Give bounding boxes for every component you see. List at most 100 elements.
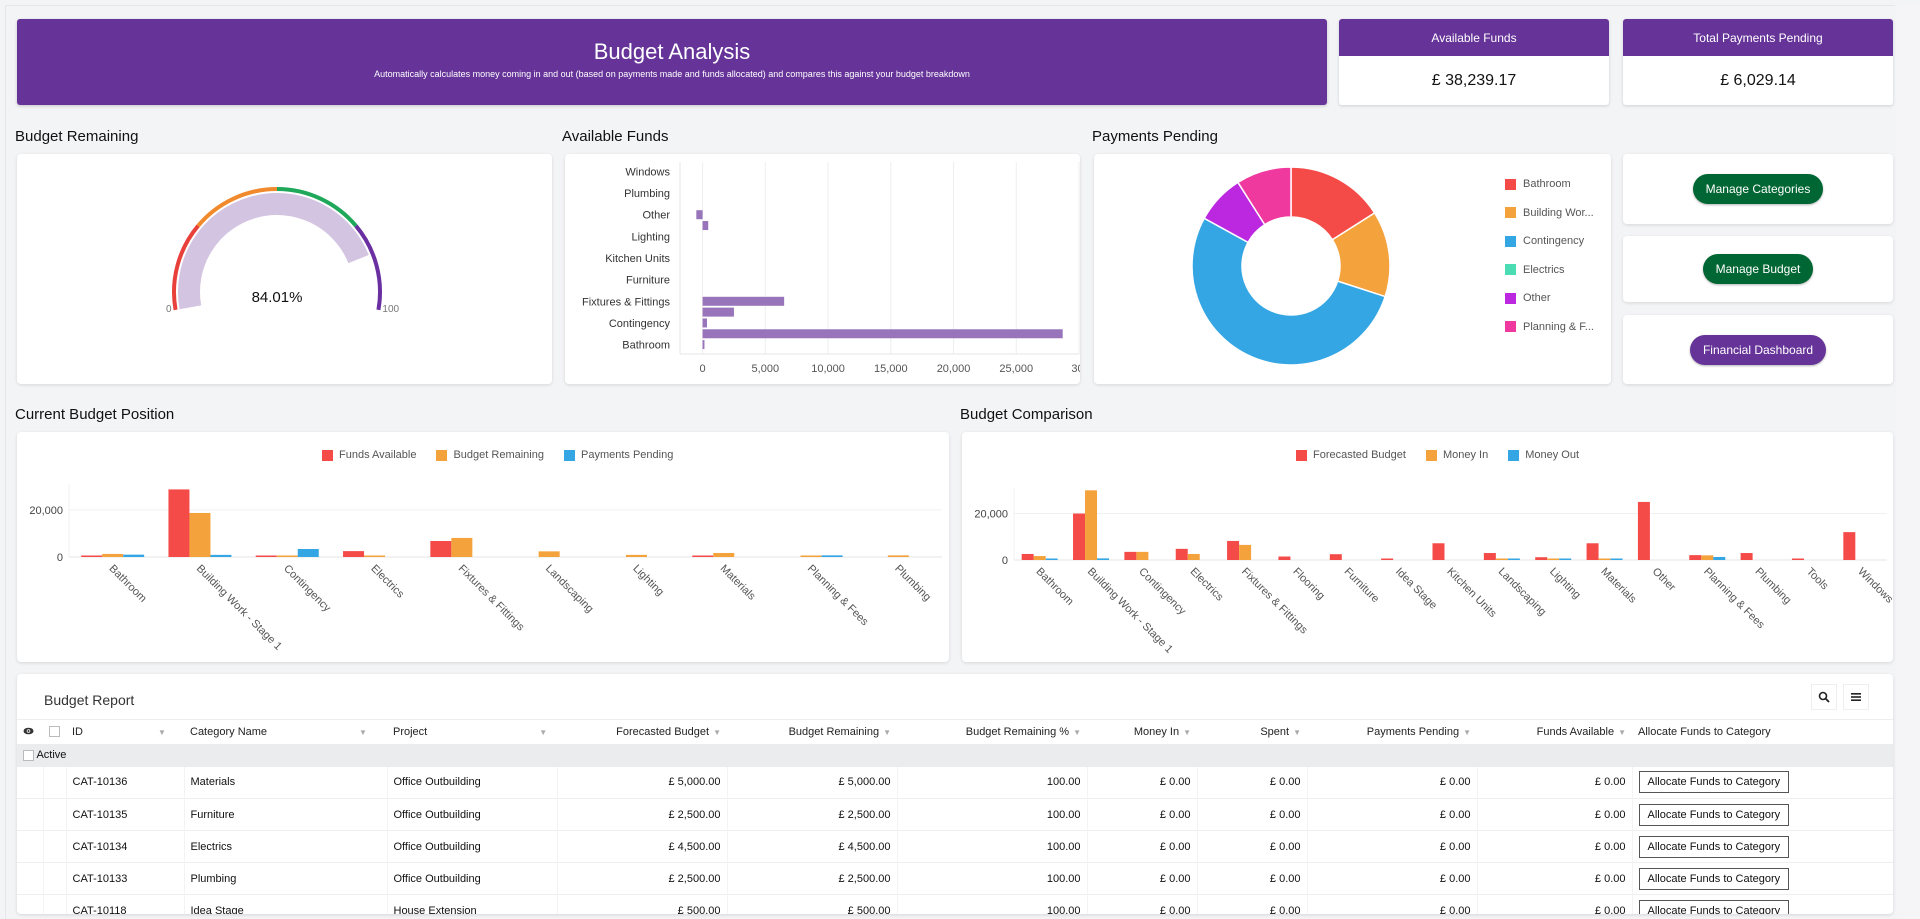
bar[interactable] [451, 537, 473, 557]
bar[interactable] [123, 554, 145, 557]
allocate-funds-button[interactable]: Allocate Funds to Category [1638, 835, 1790, 858]
bar[interactable] [702, 318, 707, 328]
legend-item[interactable]: Forecasted Budget [1296, 449, 1406, 461]
bar[interactable] [702, 307, 734, 317]
bar[interactable] [81, 555, 103, 558]
bar[interactable] [1586, 543, 1599, 560]
legend-item[interactable]: Contingency [1505, 227, 1594, 256]
bar[interactable] [1507, 558, 1520, 561]
bar[interactable] [364, 555, 386, 558]
bar[interactable] [887, 555, 909, 557]
bar[interactable] [1610, 558, 1623, 561]
bar[interactable] [255, 555, 277, 558]
bar[interactable] [276, 555, 298, 558]
bar[interactable] [1239, 544, 1252, 560]
bar[interactable] [1187, 553, 1200, 560]
bar[interactable] [800, 555, 822, 558]
bar[interactable] [713, 552, 735, 557]
bar[interactable] [1097, 558, 1110, 560]
table-row[interactable]: CAT-10118 Idea Stage House Extension £ 500.… [17, 894, 1893, 914]
bar[interactable] [1021, 553, 1034, 560]
bar[interactable] [1033, 556, 1046, 560]
bar[interactable] [1124, 551, 1137, 560]
bar[interactable] [102, 553, 124, 557]
column-header-payments-pending[interactable]: Payments Pending ▼ [1307, 720, 1477, 744]
bar[interactable] [1791, 558, 1804, 561]
manage-budget-button[interactable]: Manage Budget [1702, 254, 1814, 284]
group-row-active[interactable]: Active [17, 743, 1893, 767]
bar[interactable] [1227, 540, 1240, 560]
column-header-forecasted-budget[interactable]: Forecasted Budget ▼ [557, 720, 727, 744]
column-visibility-toggle[interactable] [17, 720, 43, 744]
bar[interactable] [702, 329, 1063, 339]
bar[interactable] [1713, 556, 1726, 560]
table-row[interactable]: CAT-10133 Plumbing Office Outbuilding £ 2,5… [17, 862, 1893, 895]
allocate-funds-button[interactable]: Allocate Funds to Category [1638, 867, 1790, 890]
legend-item[interactable]: Money In [1425, 449, 1488, 461]
bar[interactable] [1278, 556, 1291, 560]
bar[interactable] [1689, 555, 1702, 560]
allocate-funds-button[interactable]: Allocate Funds to Category [1638, 803, 1790, 826]
manage-categories-button[interactable]: Manage Categories [1692, 174, 1824, 204]
allocate-funds-button[interactable]: Allocate Funds to Category [1638, 899, 1790, 914]
select-all-checkbox[interactable] [49, 726, 60, 738]
bar[interactable] [1085, 490, 1098, 560]
bar[interactable] [1483, 553, 1496, 560]
legend-item[interactable]: Electrics [1505, 256, 1594, 285]
financial-dashboard-button[interactable]: Financial Dashboard [1689, 334, 1827, 365]
column-header-budget-remaining[interactable]: Budget Remaining ▼ [727, 720, 897, 744]
bar[interactable] [1381, 558, 1394, 561]
table-row[interactable]: CAT-10134 Electrics Office Outbuilding £ 4,… [17, 830, 1893, 863]
bar[interactable] [1136, 551, 1149, 560]
column-header-project[interactable]: Project ▼ [387, 720, 557, 744]
legend-item[interactable]: Budget Remaining [436, 449, 544, 461]
bar[interactable] [1175, 548, 1188, 560]
allocate-funds-button[interactable]: Allocate Funds to Category [1638, 771, 1790, 794]
bar[interactable] [1637, 501, 1650, 560]
bar[interactable] [430, 540, 452, 557]
menu-button[interactable] [1843, 684, 1869, 710]
bar[interactable] [189, 512, 211, 557]
column-header-category-name[interactable]: Category Name ▼ [184, 720, 387, 744]
column-header-funds-available[interactable]: Funds Available ▼ [1477, 720, 1632, 744]
legend-item[interactable]: Money Out [1508, 449, 1579, 461]
bar[interactable] [1329, 554, 1342, 560]
column-header-money-in[interactable]: Money In ▼ [1087, 720, 1197, 744]
legend-item[interactable]: Funds Available [322, 449, 416, 461]
bar[interactable] [210, 554, 232, 557]
bar[interactable] [1701, 555, 1714, 560]
bar[interactable] [821, 555, 843, 557]
table-row[interactable]: CAT-10135 Furniture Office Outbuilding £ 2,… [17, 798, 1893, 831]
bar[interactable] [1559, 558, 1572, 561]
bar[interactable] [702, 296, 785, 306]
bar[interactable] [702, 221, 709, 231]
bar[interactable] [1547, 558, 1560, 561]
legend-item[interactable]: Planning & F... [1505, 313, 1594, 342]
bar[interactable] [1740, 553, 1753, 560]
group-checkbox[interactable] [23, 749, 34, 761]
column-header-id[interactable]: ID ▼ [66, 720, 184, 744]
bar[interactable] [1073, 513, 1086, 560]
bar[interactable] [1432, 543, 1445, 560]
legend-item[interactable]: Bathroom [1505, 170, 1594, 199]
search-button[interactable] [1811, 684, 1837, 710]
legend-item[interactable]: Other [1505, 284, 1594, 313]
table-row[interactable]: CAT-10136 Materials Office Outbuilding £ 5,… [17, 766, 1893, 799]
bar[interactable] [696, 210, 703, 220]
bar[interactable] [1598, 558, 1611, 561]
legend-item[interactable]: Payments Pending [563, 449, 673, 461]
bar[interactable] [1535, 557, 1548, 560]
column-header-allocate[interactable]: Allocate Funds to Category [1632, 720, 1893, 744]
bar[interactable] [168, 489, 190, 557]
bar[interactable] [692, 555, 714, 558]
bar[interactable] [1495, 558, 1508, 561]
legend-item[interactable]: Building Wor... [1505, 199, 1594, 228]
bar[interactable] [625, 554, 647, 557]
bar[interactable] [538, 551, 560, 557]
bar[interactable] [297, 548, 319, 557]
bar[interactable] [1843, 532, 1856, 560]
bar[interactable] [702, 340, 705, 350]
bar[interactable] [1045, 558, 1058, 561]
column-header-budget-remaining-pct[interactable]: Budget Remaining % ▼ [897, 720, 1087, 744]
scrollbar-track[interactable] [1897, 5, 1920, 919]
